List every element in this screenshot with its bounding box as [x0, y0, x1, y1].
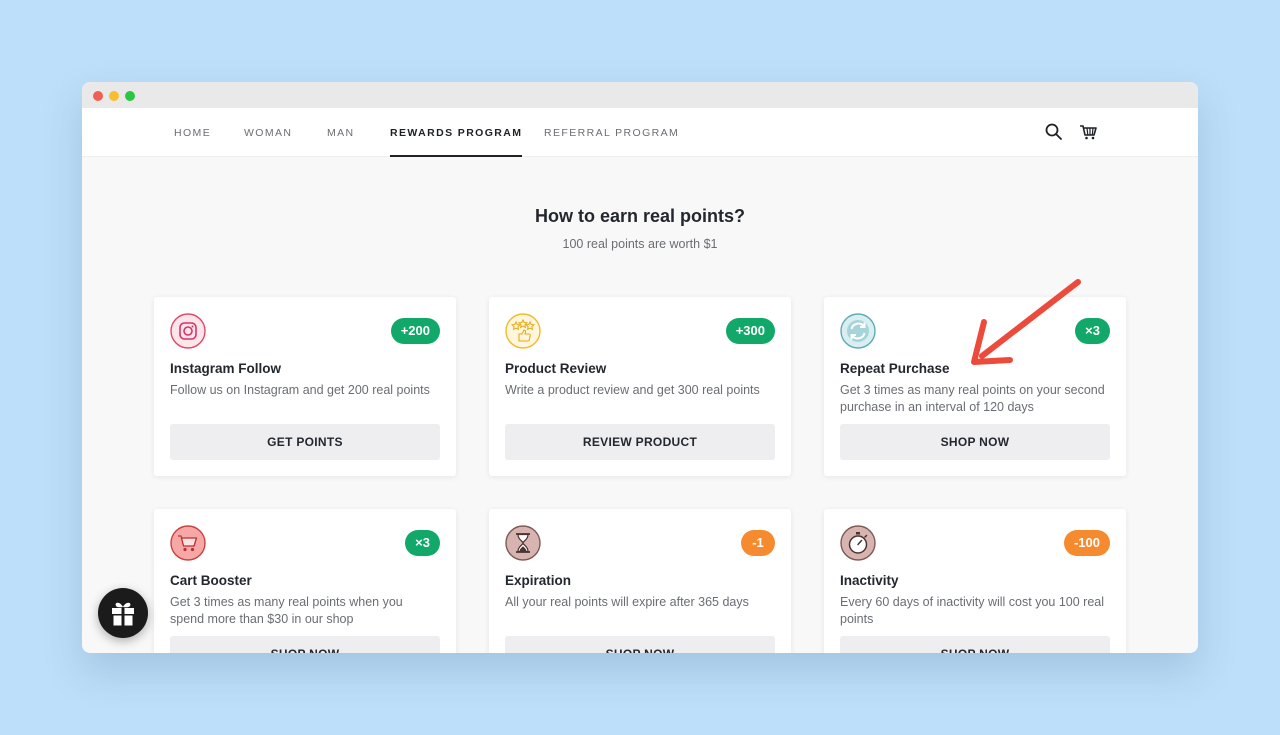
minimize-window-dot[interactable]	[109, 91, 119, 101]
close-window-dot[interactable]	[93, 91, 103, 101]
repeat-icon	[840, 313, 876, 349]
points-badge: +300	[725, 318, 775, 344]
card-expiration: -1 Expiration All your real points will …	[489, 509, 791, 653]
card-inactivity: -100 Inactivity Every 60 days of inactiv…	[824, 509, 1126, 653]
card-title: Repeat Purchase	[840, 361, 950, 376]
nav-item-man[interactable]: MAN	[327, 108, 355, 157]
main-nav: HOME WOMAN MAN REWARDS PROGRAM REFERRAL …	[82, 108, 1198, 157]
card-cart-booster: ×3 Cart Booster Get 3 times as many real…	[154, 509, 456, 653]
card-description: All your real points will expire after 3…	[505, 595, 749, 609]
points-badge: -100	[1063, 530, 1110, 556]
card-description: Every 60 days of inactivity will cost yo…	[840, 595, 1105, 626]
page-title: How to earn real points?	[534, 206, 746, 226]
nav-item-referral-program[interactable]: REFERRAL PROGRAM	[544, 108, 679, 157]
multiplier-badge: ×3	[405, 530, 440, 556]
card-description: Follow us on Instagram and get 200 real …	[170, 383, 430, 397]
points-badge: +200	[390, 318, 440, 344]
instagram-icon	[170, 313, 206, 349]
star-review-icon	[505, 313, 541, 349]
card-title: Instagram Follow	[170, 361, 282, 376]
shop-now-button[interactable]: SHOP NOW	[170, 636, 440, 653]
card-title: Expiration	[505, 573, 572, 588]
card-title: Inactivity	[840, 573, 899, 588]
card-description: Get 3 times as many real points when you…	[170, 595, 403, 626]
card-description: Write a product review and get 300 real …	[505, 383, 760, 397]
rewards-launcher-button[interactable]	[98, 588, 148, 638]
card-title: Cart Booster	[170, 573, 252, 588]
card-instagram-follow: +200 Instagram Follow Follow us on Insta…	[154, 297, 456, 476]
cart-icon[interactable]	[1078, 122, 1098, 142]
review-product-button[interactable]: REVIEW PRODUCT	[505, 424, 775, 460]
shop-now-button[interactable]: SHOP NOW	[840, 424, 1110, 460]
nav-item-home[interactable]: HOME	[174, 108, 211, 157]
shop-now-button[interactable]: SHOP NOW	[505, 636, 775, 653]
cart-booster-icon	[170, 525, 206, 561]
points-badge: -1	[741, 530, 775, 556]
nav-item-woman[interactable]: WOMAN	[244, 108, 292, 157]
hourglass-icon	[505, 525, 541, 561]
shop-now-button[interactable]: SHOP NOW	[840, 636, 1110, 653]
nav-item-rewards-program[interactable]: REWARDS PROGRAM	[390, 108, 523, 157]
search-icon[interactable]	[1044, 122, 1064, 142]
stopwatch-icon	[840, 525, 876, 561]
card-description: Get 3 times as many real points on your …	[840, 383, 1105, 414]
card-title: Product Review	[505, 361, 607, 376]
page-subtitle: 100 real points are worth $1	[562, 237, 718, 251]
maximize-window-dot[interactable]	[125, 91, 135, 101]
card-product-review: +300 Product Review Write a product revi…	[489, 297, 791, 476]
get-points-button[interactable]: GET POINTS	[170, 424, 440, 460]
gift-icon	[112, 602, 134, 626]
window-titlebar	[82, 82, 1198, 108]
annotation-arrow	[971, 279, 1081, 365]
